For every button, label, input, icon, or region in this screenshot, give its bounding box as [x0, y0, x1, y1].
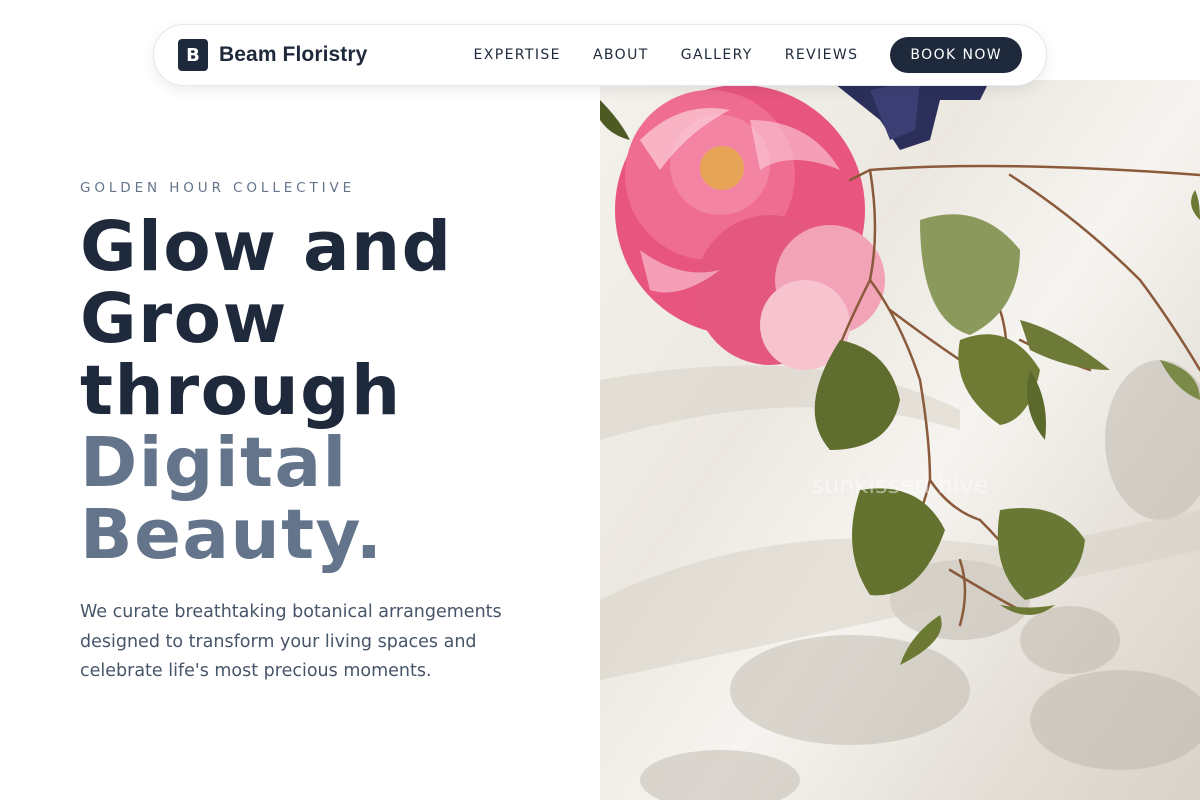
- headline-line-2: Grow: [80, 279, 288, 359]
- hero-flower-image: sunkissed hive: [600, 80, 1200, 800]
- book-now-button[interactable]: BOOK NOW: [890, 37, 1022, 73]
- nav-link-gallery[interactable]: GALLERY: [681, 47, 753, 63]
- hero-headline: Glow and Grow through Digital Beauty.: [80, 211, 590, 571]
- nav-link-expertise[interactable]: EXPERTISE: [473, 47, 560, 63]
- nav-links: EXPERTISE ABOUT GALLERY REVIEWS BOOK NOW: [473, 37, 1022, 73]
- brand-mark-icon: B: [178, 39, 208, 71]
- nav-link-about[interactable]: ABOUT: [593, 47, 649, 63]
- brand-logo-link[interactable]: B Beam Floristry: [178, 39, 367, 71]
- hero-eyebrow: GOLDEN HOUR COLLECTIVE: [80, 180, 356, 196]
- headline-line-3: through: [80, 351, 402, 431]
- headline-accent-line-1: Digital: [80, 423, 348, 503]
- brand-name: Beam Floristry: [219, 43, 368, 66]
- headline-line-1: Glow and: [80, 207, 453, 287]
- image-watermark: sunkissed hive: [812, 471, 989, 499]
- headline-accent-line-2: Beauty.: [80, 495, 384, 575]
- hero-description: We curate breathtaking botanical arrange…: [80, 602, 502, 681]
- top-navbar: B Beam Floristry EXPERTISE ABOUT GALLERY…: [153, 24, 1047, 86]
- nav-link-reviews[interactable]: REVIEWS: [785, 47, 859, 63]
